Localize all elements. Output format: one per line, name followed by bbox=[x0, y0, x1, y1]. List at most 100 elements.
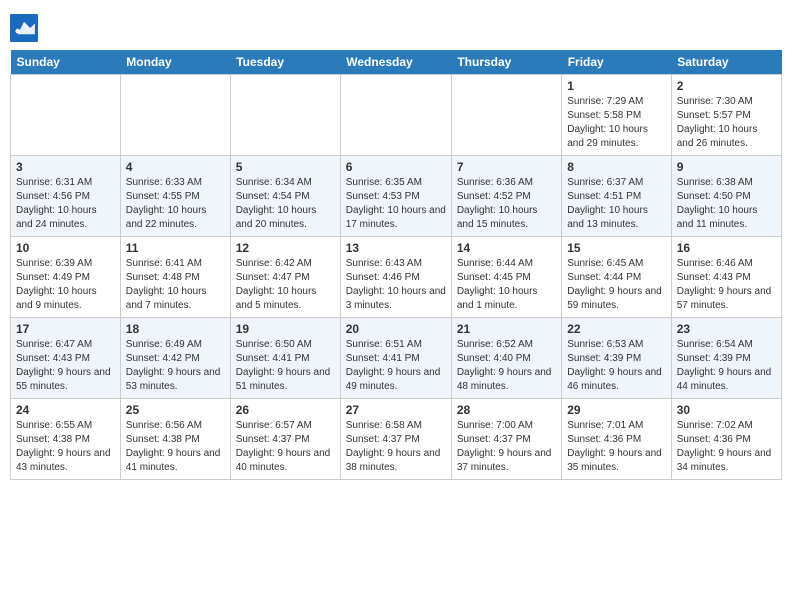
day-number: 13 bbox=[346, 241, 446, 255]
calendar-cell: 9 Sunrise: 6:38 AM Sunset: 4:50 PM Daylig… bbox=[671, 156, 781, 237]
day-header-thursday: Thursday bbox=[451, 50, 561, 75]
day-number: 6 bbox=[346, 160, 446, 174]
day-info: Sunrise: 6:52 AM Sunset: 4:40 PM Dayligh… bbox=[457, 338, 556, 394]
calendar-cell: 2 Sunrise: 7:30 AM Sunset: 5:57 PM Daylig… bbox=[671, 75, 781, 156]
calendar-week-5: 24 Sunrise: 6:55 AM Sunset: 4:38 PM Dayli… bbox=[11, 399, 782, 480]
day-info: Sunrise: 6:57 AM Sunset: 4:37 PM Dayligh… bbox=[236, 419, 335, 475]
day-number: 21 bbox=[457, 322, 556, 336]
day-info: Sunrise: 6:51 AM Sunset: 4:41 PM Dayligh… bbox=[346, 338, 446, 394]
day-header-saturday: Saturday bbox=[671, 50, 781, 75]
day-number: 29 bbox=[567, 403, 666, 417]
page-header bbox=[10, 10, 782, 42]
day-info: Sunrise: 6:42 AM Sunset: 4:47 PM Dayligh… bbox=[236, 257, 335, 313]
calendar-cell: 17Sunrise: 6:47 AM Sunset: 4:43 PM Dayli… bbox=[11, 318, 121, 399]
day-info: Sunrise: 6:31 AM Sunset: 4:56 PM Dayligh… bbox=[16, 176, 115, 232]
day-info: Sunrise: 6:35 AM Sunset: 4:53 PM Dayligh… bbox=[346, 176, 446, 232]
day-info: Sunrise: 7:30 AM Sunset: 5:57 PM Dayligh… bbox=[677, 95, 776, 151]
calendar-cell: 7 Sunrise: 6:36 AM Sunset: 4:52 PM Daylig… bbox=[451, 156, 561, 237]
calendar-cell: 14 Sunrise: 6:44 AM Sunset: 4:45 PM Dayli… bbox=[451, 237, 561, 318]
day-info: Sunrise: 6:46 AM Sunset: 4:43 PM Dayligh… bbox=[677, 257, 776, 313]
day-number: 27 bbox=[346, 403, 446, 417]
day-info: Sunrise: 6:58 AM Sunset: 4:37 PM Dayligh… bbox=[346, 419, 446, 475]
calendar-cell: 18Sunrise: 6:49 AM Sunset: 4:42 PM Dayli… bbox=[120, 318, 230, 399]
calendar-cell: 19 Sunrise: 6:50 AM Sunset: 4:41 PM Dayli… bbox=[230, 318, 340, 399]
day-number: 19 bbox=[236, 322, 335, 336]
day-info: Sunrise: 7:29 AM Sunset: 5:58 PM Dayligh… bbox=[567, 95, 666, 151]
day-number: 8 bbox=[567, 160, 666, 174]
calendar-cell: 11 Sunrise: 6:41 AM Sunset: 4:48 PM Dayli… bbox=[120, 237, 230, 318]
calendar-cell bbox=[451, 75, 561, 156]
day-info: Sunrise: 6:34 AM Sunset: 4:54 PM Dayligh… bbox=[236, 176, 335, 232]
day-number: 4 bbox=[126, 160, 225, 174]
day-number: 12 bbox=[236, 241, 335, 255]
calendar-cell: 20 Sunrise: 6:51 AM Sunset: 4:41 PM Dayli… bbox=[340, 318, 451, 399]
calendar: SundayMondayTuesdayWednesdayThursdayFrid… bbox=[10, 50, 782, 480]
calendar-week-2: 3 Sunrise: 6:31 AM Sunset: 4:56 PM Daylig… bbox=[11, 156, 782, 237]
day-number: 16 bbox=[677, 241, 776, 255]
day-info: Sunrise: 6:44 AM Sunset: 4:45 PM Dayligh… bbox=[457, 257, 556, 313]
day-number: 22 bbox=[567, 322, 666, 336]
calendar-cell: 3 Sunrise: 6:31 AM Sunset: 4:56 PM Daylig… bbox=[11, 156, 121, 237]
day-info: Sunrise: 6:50 AM Sunset: 4:41 PM Dayligh… bbox=[236, 338, 335, 394]
day-number: 1 bbox=[567, 79, 666, 93]
calendar-cell: 16 Sunrise: 6:46 AM Sunset: 4:43 PM Dayli… bbox=[671, 237, 781, 318]
calendar-cell: 5Sunrise: 6:34 AM Sunset: 4:54 PM Daylig… bbox=[230, 156, 340, 237]
calendar-header-row: SundayMondayTuesdayWednesdayThursdayFrid… bbox=[11, 50, 782, 75]
calendar-cell: 30Sunrise: 7:02 AM Sunset: 4:36 PM Dayli… bbox=[671, 399, 781, 480]
day-info: Sunrise: 6:43 AM Sunset: 4:46 PM Dayligh… bbox=[346, 257, 446, 313]
day-number: 3 bbox=[16, 160, 115, 174]
day-number: 20 bbox=[346, 322, 446, 336]
day-info: Sunrise: 7:01 AM Sunset: 4:36 PM Dayligh… bbox=[567, 419, 666, 475]
calendar-cell: 10 Sunrise: 6:39 AM Sunset: 4:49 PM Dayli… bbox=[11, 237, 121, 318]
day-number: 26 bbox=[236, 403, 335, 417]
day-number: 18 bbox=[126, 322, 225, 336]
day-number: 10 bbox=[16, 241, 115, 255]
day-number: 25 bbox=[126, 403, 225, 417]
calendar-cell: 27 Sunrise: 6:58 AM Sunset: 4:37 PM Dayli… bbox=[340, 399, 451, 480]
calendar-cell: 6 Sunrise: 6:35 AM Sunset: 4:53 PM Daylig… bbox=[340, 156, 451, 237]
day-info: Sunrise: 6:36 AM Sunset: 4:52 PM Dayligh… bbox=[457, 176, 556, 232]
day-info: Sunrise: 6:54 AM Sunset: 4:39 PM Dayligh… bbox=[677, 338, 776, 394]
day-info: Sunrise: 6:37 AM Sunset: 4:51 PM Dayligh… bbox=[567, 176, 666, 232]
day-number: 28 bbox=[457, 403, 556, 417]
day-header-friday: Friday bbox=[562, 50, 672, 75]
calendar-cell: 15Sunrise: 6:45 AM Sunset: 4:44 PM Dayli… bbox=[562, 237, 672, 318]
day-number: 9 bbox=[677, 160, 776, 174]
calendar-cell: 1 Sunrise: 7:29 AM Sunset: 5:58 PM Daylig… bbox=[562, 75, 672, 156]
day-info: Sunrise: 7:02 AM Sunset: 4:36 PM Dayligh… bbox=[677, 419, 776, 475]
calendar-cell: 28 Sunrise: 7:00 AM Sunset: 4:37 PM Dayli… bbox=[451, 399, 561, 480]
day-info: Sunrise: 6:41 AM Sunset: 4:48 PM Dayligh… bbox=[126, 257, 225, 313]
day-number: 7 bbox=[457, 160, 556, 174]
logo bbox=[10, 14, 42, 42]
calendar-cell: 22 Sunrise: 6:53 AM Sunset: 4:39 PM Dayli… bbox=[562, 318, 672, 399]
calendar-cell bbox=[120, 75, 230, 156]
calendar-cell: 4 Sunrise: 6:33 AM Sunset: 4:55 PM Daylig… bbox=[120, 156, 230, 237]
logo-icon bbox=[10, 14, 38, 42]
day-header-monday: Monday bbox=[120, 50, 230, 75]
calendar-cell: 26 Sunrise: 6:57 AM Sunset: 4:37 PM Dayli… bbox=[230, 399, 340, 480]
day-info: Sunrise: 6:53 AM Sunset: 4:39 PM Dayligh… bbox=[567, 338, 666, 394]
calendar-week-1: 1 Sunrise: 7:29 AM Sunset: 5:58 PM Daylig… bbox=[11, 75, 782, 156]
day-number: 24 bbox=[16, 403, 115, 417]
calendar-cell: 24 Sunrise: 6:55 AM Sunset: 4:38 PM Dayli… bbox=[11, 399, 121, 480]
day-info: Sunrise: 7:00 AM Sunset: 4:37 PM Dayligh… bbox=[457, 419, 556, 475]
calendar-week-3: 10 Sunrise: 6:39 AM Sunset: 4:49 PM Dayli… bbox=[11, 237, 782, 318]
day-info: Sunrise: 6:39 AM Sunset: 4:49 PM Dayligh… bbox=[16, 257, 115, 313]
day-info: Sunrise: 6:33 AM Sunset: 4:55 PM Dayligh… bbox=[126, 176, 225, 232]
calendar-cell: 12 Sunrise: 6:42 AM Sunset: 4:47 PM Dayli… bbox=[230, 237, 340, 318]
day-number: 14 bbox=[457, 241, 556, 255]
day-header-sunday: Sunday bbox=[11, 50, 121, 75]
day-info: Sunrise: 6:55 AM Sunset: 4:38 PM Dayligh… bbox=[16, 419, 115, 475]
day-number: 2 bbox=[677, 79, 776, 93]
day-info: Sunrise: 6:38 AM Sunset: 4:50 PM Dayligh… bbox=[677, 176, 776, 232]
calendar-cell: 23Sunrise: 6:54 AM Sunset: 4:39 PM Dayli… bbox=[671, 318, 781, 399]
day-number: 17 bbox=[16, 322, 115, 336]
calendar-cell: 25Sunrise: 6:56 AM Sunset: 4:38 PM Dayli… bbox=[120, 399, 230, 480]
day-number: 11 bbox=[126, 241, 225, 255]
calendar-cell bbox=[340, 75, 451, 156]
calendar-cell: 21 Sunrise: 6:52 AM Sunset: 4:40 PM Dayli… bbox=[451, 318, 561, 399]
day-header-tuesday: Tuesday bbox=[230, 50, 340, 75]
calendar-cell: 13 Sunrise: 6:43 AM Sunset: 4:46 PM Dayli… bbox=[340, 237, 451, 318]
calendar-cell bbox=[230, 75, 340, 156]
day-number: 15 bbox=[567, 241, 666, 255]
